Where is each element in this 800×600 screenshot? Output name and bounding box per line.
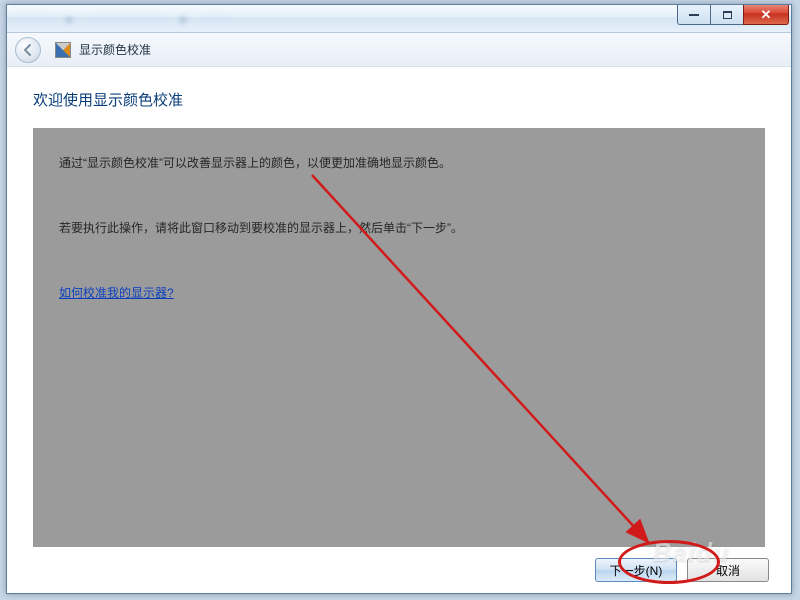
next-button[interactable]: 下一步(N)	[595, 558, 677, 582]
title-bar: ▸ ▸ ✕	[7, 5, 791, 33]
content-area: 欢迎使用显示颜色校准 通过“显示颜色校准”可以改善显示器上的颜色，以便更加准确地…	[7, 67, 791, 547]
monitor-color-icon	[55, 42, 71, 58]
cancel-button[interactable]: 取消	[687, 558, 769, 582]
page-heading: 欢迎使用显示颜色校准	[33, 89, 765, 110]
app-title: 显示颜色校准	[79, 41, 151, 58]
intro-paragraph-2: 若要执行此操作，请将此窗口移动到要校准的显示器上，然后单击“下一步”。	[59, 219, 739, 238]
minimize-button[interactable]	[677, 5, 711, 25]
footer: 下一步(N) 取消	[7, 547, 791, 593]
window-controls: ✕	[677, 5, 789, 32]
nav-row: 显示颜色校准	[7, 33, 791, 67]
wizard-window: ▸ ▸ ✕ 显示颜色校准 欢迎使用显示颜色校准 通过“显示颜色校准”可以改善显示…	[6, 4, 792, 594]
intro-paragraph-1: 通过“显示颜色校准”可以改善显示器上的颜色，以便更加准确地显示颜色。	[59, 154, 739, 173]
arrow-left-icon	[21, 43, 35, 57]
back-button[interactable]	[15, 37, 41, 63]
maximize-button[interactable]	[710, 5, 744, 25]
help-link[interactable]: 如何校准我的显示器?	[59, 286, 174, 300]
body-panel: 通过“显示颜色校准”可以改善显示器上的颜色，以便更加准确地显示颜色。 若要执行此…	[33, 128, 765, 547]
address-bar-blurred: ▸ ▸	[7, 5, 677, 32]
close-button[interactable]: ✕	[743, 5, 789, 25]
